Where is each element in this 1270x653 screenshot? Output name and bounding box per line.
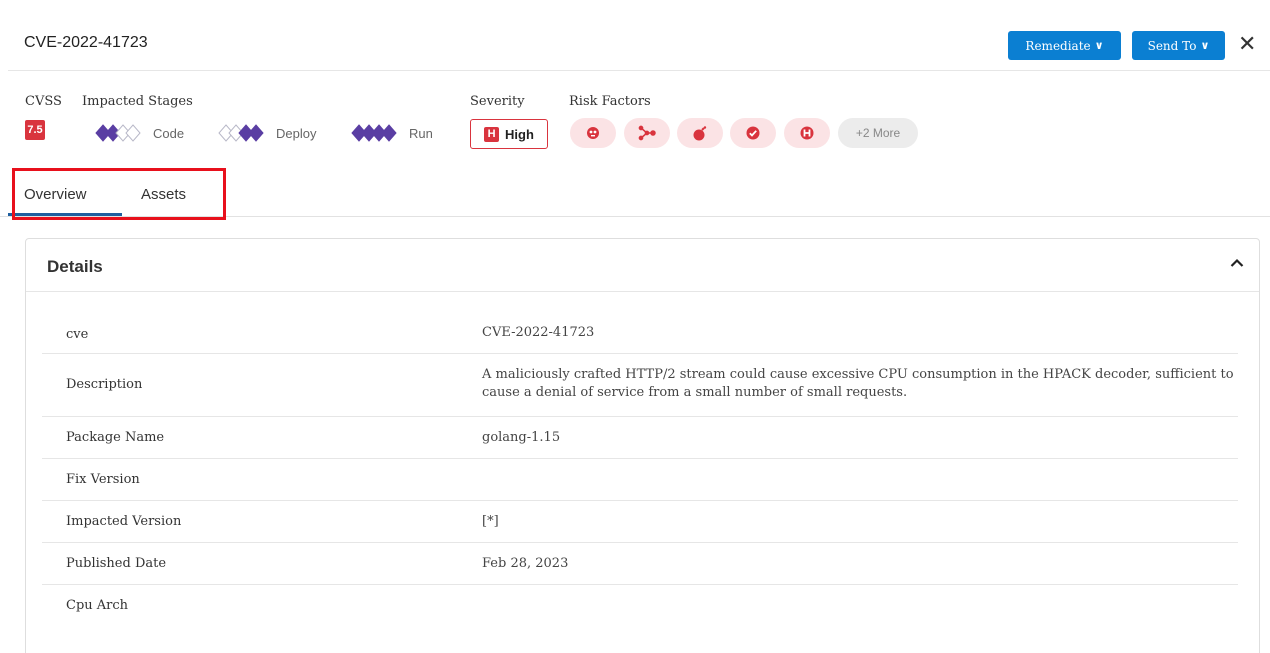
stage-deploy-label: Deploy [276, 125, 317, 141]
stage-diamonds-icon [351, 124, 397, 142]
details-header[interactable]: Details [26, 239, 1259, 292]
risk-factor-check[interactable] [730, 118, 776, 148]
chevron-up-icon[interactable] [1229, 255, 1245, 271]
panel-header: CVE-2022-41723 Remediate ∨ Send To ∨ ✕ [8, 20, 1270, 71]
row-key: Description [66, 377, 143, 392]
cve-title: CVE-2022-41723 [24, 34, 148, 51]
table-row: Published Date Feb 28, 2023 [42, 543, 1238, 585]
row-key: Package Name [66, 430, 165, 445]
severity-letter: H [484, 126, 500, 142]
row-value: golang-1.15 [482, 430, 561, 445]
row-value: CVE-2022-41723 [482, 325, 595, 340]
row-key: Impacted Version [66, 514, 182, 529]
remediate-button[interactable]: Remediate ∨ [1008, 31, 1121, 60]
table-row: Description A maliciously crafted HTTP/2… [42, 354, 1238, 417]
check-shield-icon [746, 126, 760, 140]
row-value: A maliciously crafted HTTP/2 stream coul… [482, 367, 1234, 400]
row-key: Fix Version [66, 472, 140, 487]
chevron-down-icon: ∨ [1094, 39, 1104, 52]
severity-badge: H High [470, 119, 548, 149]
stage-deploy: Deploy [218, 124, 316, 142]
send-to-label: Send To [1147, 38, 1197, 53]
risk-factors-label: Risk Factors [569, 94, 651, 109]
more-risk-factors-button[interactable]: +2 More [838, 118, 918, 148]
highlight-box [12, 168, 226, 220]
row-key: Published Date [66, 556, 167, 571]
table-row: Cpu Arch [42, 585, 1238, 627]
stage-diamonds-icon [218, 124, 264, 142]
send-to-button[interactable]: Send To ∨ [1132, 31, 1225, 60]
row-value: Feb 28, 2023 [482, 556, 569, 571]
severity-value: High [505, 126, 534, 142]
stage-run-label: Run [409, 125, 433, 141]
risk-factor-high[interactable] [784, 118, 830, 148]
cvss-score-badge: 7.5 [25, 120, 45, 140]
risk-factor-bomb[interactable] [677, 118, 723, 148]
table-row: Package Name golang-1.15 [42, 417, 1238, 459]
row-key: Cpu Arch [66, 598, 129, 613]
stage-code: Code [95, 124, 184, 142]
close-icon[interactable]: ✕ [1238, 32, 1256, 56]
stage-code-label: Code [153, 125, 185, 141]
high-severity-icon [800, 126, 814, 140]
cvss-label: CVSS [25, 94, 62, 109]
remediate-label: Remediate [1025, 38, 1091, 53]
exploit-icon [587, 127, 599, 139]
stage-run: Run [351, 124, 433, 142]
table-row: cve CVE-2022-41723 [42, 312, 1238, 354]
risk-factor-attack-path[interactable] [624, 118, 670, 148]
table-row: Impacted Version [*] [42, 501, 1238, 543]
details-title: Details [47, 257, 103, 276]
details-table: cve CVE-2022-41723 Description A malicio… [42, 312, 1238, 627]
risk-factor-exploit[interactable] [570, 118, 616, 148]
severity-label: Severity [470, 94, 525, 109]
chevron-down-icon: ∨ [1200, 39, 1210, 52]
row-key: cve [66, 327, 89, 342]
attack-path-icon [638, 125, 656, 141]
bomb-icon [693, 126, 707, 141]
table-row: Fix Version [42, 459, 1238, 501]
stage-diamonds-icon [95, 124, 141, 142]
impacted-stages-label: Impacted Stages [82, 94, 193, 109]
row-value: [*] [482, 514, 499, 529]
